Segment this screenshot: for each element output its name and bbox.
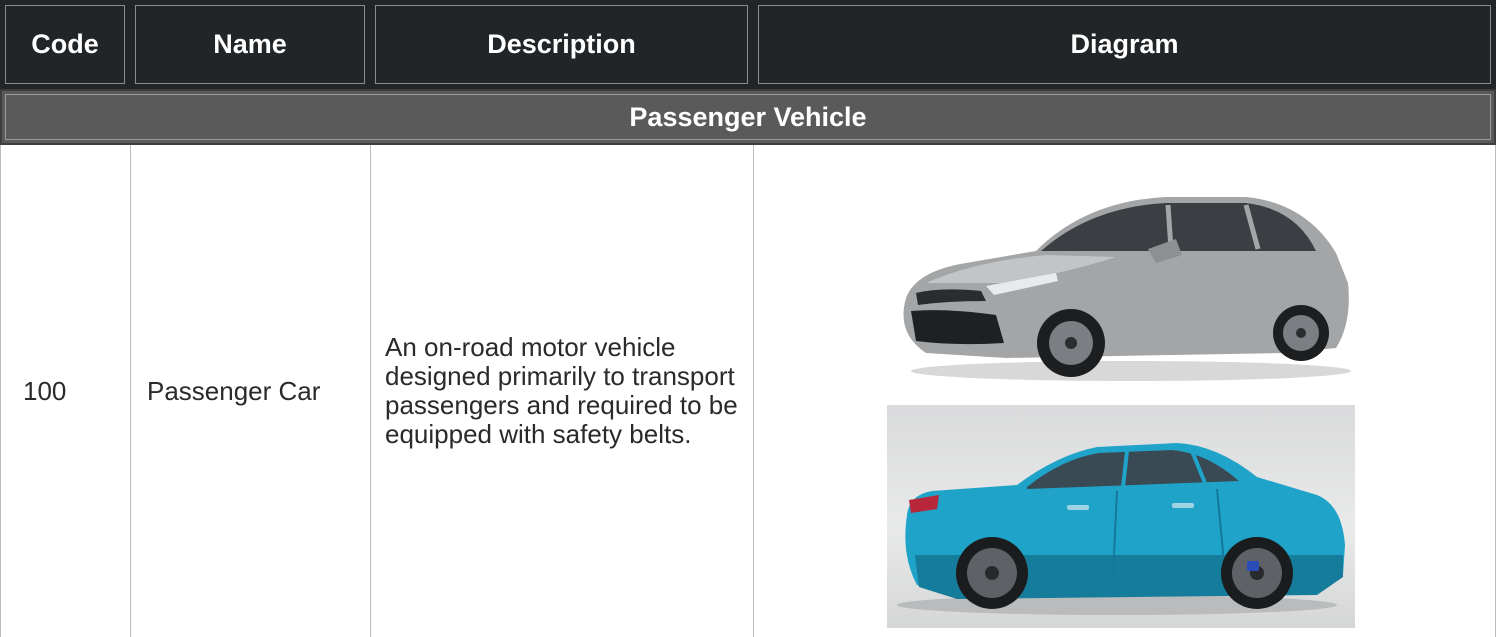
column-divider [753, 145, 754, 637]
category-label: Passenger Vehicle [629, 101, 867, 132]
cell-code: 100 [0, 145, 130, 637]
row-border-left [0, 145, 1, 637]
column-header-description: Description [370, 0, 753, 89]
column-divider [130, 145, 131, 637]
blue-sedan-drawing [897, 443, 1345, 615]
cell-description: An on-road motor vehicle designed primar… [370, 145, 753, 637]
column-header-name-label: Name [213, 29, 287, 59]
column-header-diagram-label: Diagram [1070, 29, 1179, 59]
column-header-code: Code [0, 0, 130, 89]
category-row: Passenger Vehicle [0, 89, 1496, 145]
silver-sedan-image [903, 197, 1351, 381]
column-divider [370, 145, 371, 637]
column-header-diagram: Diagram [753, 0, 1496, 89]
cell-name: Passenger Car [130, 145, 370, 637]
vehicle-classification-table: Code Name Description Diagram Passenger … [0, 0, 1496, 637]
column-header-code-label: Code [31, 29, 99, 59]
column-header-description-label: Description [487, 29, 636, 59]
blue-sedan-image [887, 405, 1355, 628]
column-header-name: Name [130, 0, 370, 89]
